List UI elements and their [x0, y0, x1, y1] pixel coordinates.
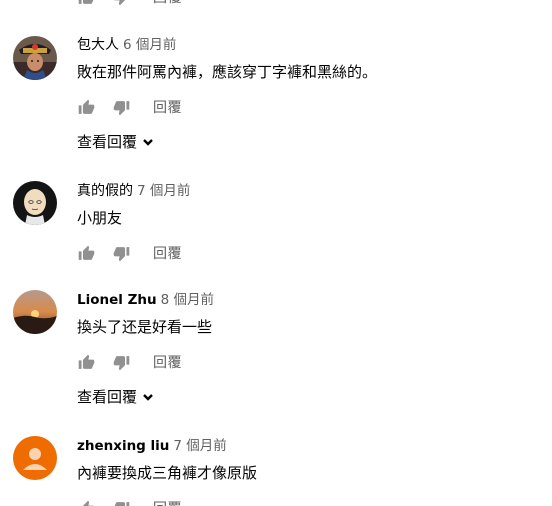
dislike-button[interactable]	[112, 244, 130, 262]
comment-time[interactable]: 7 個月前	[137, 183, 190, 199]
like-button[interactable]	[77, 0, 95, 6]
author-name[interactable]: zhenxing liu	[77, 438, 169, 454]
thumbs-up-icon	[78, 500, 94, 506]
costume-character-avatar	[13, 36, 57, 80]
thumbs-down-icon	[118, 0, 125, 5]
comment-text: 敗在那件阿罵內褲，應該穿丁字褲和黑絲的。	[77, 63, 378, 81]
thumbs-down-icon	[113, 246, 129, 261]
comment-actions-partial: 回覆	[77, 498, 182, 506]
comment-text: 換头了还是好看一些	[77, 318, 213, 336]
default-person-avatar	[13, 436, 57, 480]
thumbs-up-icon	[78, 245, 94, 260]
avatar[interactable]	[13, 36, 57, 80]
view-replies-label: 查看回覆	[77, 388, 138, 406]
thumbs-up-icon	[78, 0, 93, 4]
thumbs-up-icon	[78, 99, 94, 114]
dislike-button[interactable]	[112, 0, 130, 6]
comment-actions: 回覆	[77, 243, 182, 263]
dislike-button[interactable]	[112, 98, 130, 116]
reply-button[interactable]: 回覆	[153, 352, 182, 372]
reply-button[interactable]: 回覆	[153, 243, 182, 263]
thumbs-down-icon	[113, 355, 129, 370]
chevron-down-icon	[143, 138, 153, 146]
view-replies-button[interactable]: 查看回覆	[77, 131, 154, 152]
comment-actions: 回覆	[77, 352, 182, 372]
comment-actions: 回覆	[77, 97, 182, 117]
avatar[interactable]	[13, 290, 57, 334]
reply-button[interactable]: 回覆	[153, 498, 182, 506]
avatar[interactable]	[13, 181, 57, 225]
bald-cartoon-avatar	[13, 181, 57, 225]
comment-header: 包大人 6 個月前	[77, 36, 176, 54]
like-button[interactable]	[77, 98, 95, 116]
comment-header: zhenxing liu 7 個月前	[77, 437, 227, 455]
thumbs-down-icon	[113, 501, 129, 506]
like-button[interactable]	[77, 244, 95, 262]
comments-list: 回覆 包大人6 個月前 敗在那件阿罵內褲，應該穿丁字褲和黑絲的。	[0, 0, 552, 506]
view-replies-button[interactable]: 查看回覆	[77, 386, 154, 407]
dislike-button[interactable]	[112, 353, 130, 371]
comment-header: 真的假的 7 個月前	[77, 182, 190, 200]
comment-time[interactable]: 7 個月前	[173, 438, 226, 454]
chevron-down-icon	[143, 393, 153, 401]
author-name[interactable]: 真的假的	[77, 183, 133, 199]
comment-text: 內褲要換成三角褲才像原版	[77, 464, 258, 482]
like-button[interactable]	[77, 353, 95, 371]
like-button[interactable]	[77, 499, 95, 506]
author-name[interactable]: 包大人	[77, 37, 119, 53]
reply-button[interactable]: 回覆	[153, 0, 182, 7]
sunset-avatar	[13, 290, 57, 334]
avatar[interactable]	[13, 436, 57, 480]
comment-actions-partial: 回覆	[77, 0, 182, 7]
author-name[interactable]: Lionel Zhu	[77, 292, 157, 308]
thumbs-up-icon	[78, 354, 94, 369]
view-replies-label: 查看回覆	[77, 133, 138, 151]
comment-text: 小朋友	[77, 209, 123, 227]
thumbs-down-icon	[113, 100, 129, 115]
comment-header: Lionel Zhu 8 個月前	[77, 291, 214, 309]
comment-time[interactable]: 6 個月前	[123, 37, 176, 53]
reply-button[interactable]: 回覆	[153, 97, 182, 117]
comment-time[interactable]: 8 個月前	[161, 292, 214, 308]
dislike-button[interactable]	[112, 499, 130, 506]
